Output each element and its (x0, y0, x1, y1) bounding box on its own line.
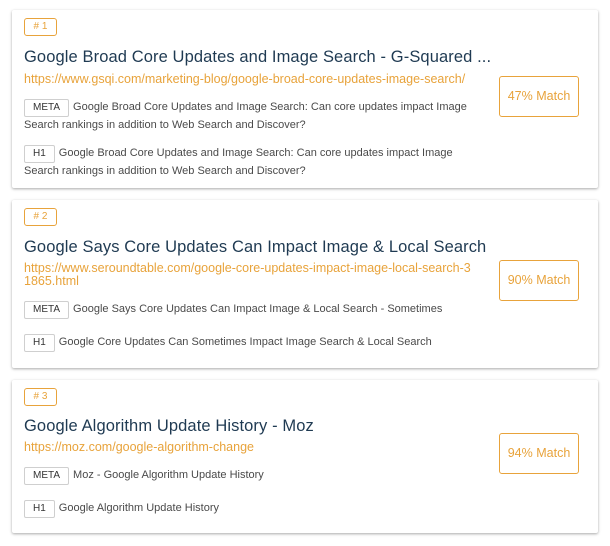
meta-description: Google Says Core Updates Can Impact Imag… (73, 303, 443, 315)
meta-row: META Moz - Google Algorithm Update Histor… (24, 467, 484, 485)
rank-badge: # 1 (24, 18, 57, 36)
result-card: # 3 Google Algorithm Update History - Mo… (12, 380, 598, 533)
h1-heading-text: Google Algorithm Update History (58, 502, 219, 514)
meta-row: META Google Says Core Updates Can Impact … (24, 301, 484, 319)
match-score-badge: 47% Match (499, 76, 579, 117)
h1-heading-text: Google Core Updates Can Sometimes Impact… (58, 336, 432, 348)
result-url-link[interactable]: https://moz.com/google-algorithm-change (24, 441, 474, 454)
h1-heading-text: Google Broad Core Updates and Image Sear… (24, 147, 453, 177)
meta-description: Google Broad Core Updates and Image Sear… (24, 101, 467, 131)
h1-row: H1 Google Broad Core Updates and Image Se… (24, 145, 484, 180)
meta-tag: META (24, 99, 70, 117)
result-card: # 1 Google Broad Core Updates and Image … (12, 10, 598, 188)
rank-badge: # 2 (24, 208, 57, 226)
h1-row: H1 Google Core Updates Can Sometimes Impa… (24, 334, 484, 352)
result-title: Google Algorithm Update History - Moz (24, 417, 314, 435)
result-url-link[interactable]: https://www.seroundtable.com/google-core… (24, 262, 474, 288)
result-title: Google Says Core Updates Can Impact Imag… (24, 238, 487, 256)
result-card: # 2 Google Says Core Updates Can Impact … (12, 200, 598, 368)
match-score-badge: 94% Match (499, 433, 579, 474)
result-url-link[interactable]: https://www.gsqi.com/marketing-blog/goog… (24, 73, 474, 86)
h1-row: H1 Google Algorithm Update History (24, 500, 484, 518)
rank-badge: # 3 (24, 388, 57, 406)
meta-row: META Google Broad Core Updates and Image … (24, 99, 484, 134)
meta-tag: META (24, 301, 70, 319)
h1-tag: H1 (24, 334, 55, 352)
result-title: Google Broad Core Updates and Image Sear… (24, 48, 492, 66)
h1-tag: H1 (24, 500, 55, 518)
meta-tag: META (24, 467, 70, 485)
meta-description: Moz - Google Algorithm Update History (73, 469, 264, 481)
match-score-badge: 90% Match (499, 260, 579, 301)
h1-tag: H1 (24, 145, 55, 163)
